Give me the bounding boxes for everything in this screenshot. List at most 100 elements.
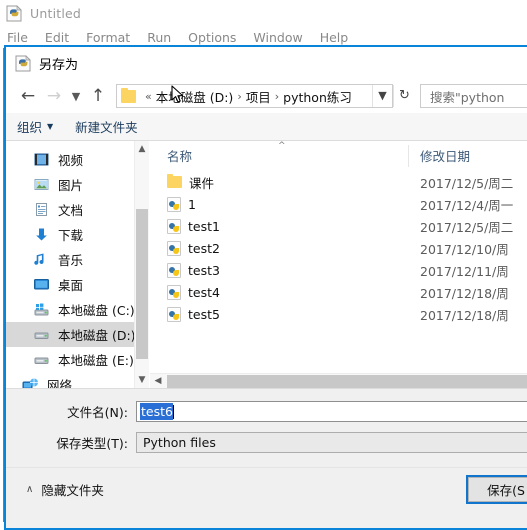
dialog-body: 视频 图片 文档 下载 音乐 桌面 本地磁盘 (C:) 本地磁盘 (D:) 本地… xyxy=(6,141,527,389)
downloads-icon xyxy=(33,227,50,242)
file-date-cell: 2017/12/5/周二 xyxy=(420,175,514,191)
file-name-cell[interactable]: test4 xyxy=(150,284,409,300)
idle-titlebar: Untitled xyxy=(0,0,527,26)
chevron-down-icon[interactable]: ▼ xyxy=(135,372,149,388)
table-row[interactable]: test3 2017/12/11/周 xyxy=(150,259,527,281)
new-folder-button[interactable]: 新建文件夹 xyxy=(75,117,138,136)
file-name-text: test5 xyxy=(188,306,220,322)
chevron-up-icon: ∧ xyxy=(26,484,34,495)
search-placeholder-text: 搜索"python xyxy=(430,89,505,105)
chevron-up-icon[interactable]: ▲ xyxy=(135,141,149,157)
sidebar-scroll-thumb[interactable] xyxy=(136,209,148,359)
file-name-text: test2 xyxy=(188,240,220,256)
filename-input[interactable]: test6 xyxy=(136,401,527,422)
video-icon xyxy=(33,152,50,167)
sort-ascending-icon[interactable]: ^ xyxy=(278,141,286,151)
chevron-down-icon[interactable]: ▼ xyxy=(67,83,85,109)
sidebar-item-label: 本地磁盘 (E:) xyxy=(58,353,134,368)
file-date-cell: 2017/12/5/周二 xyxy=(420,219,514,235)
sidebar-item-pictures[interactable]: 图片 xyxy=(6,172,149,197)
menu-run[interactable]: Run xyxy=(147,30,171,45)
file-name-cell[interactable]: 课件 xyxy=(150,173,409,192)
save-as-dialog: 另存为 ← → ▼ ↑ « 本地磁盘 (D:) › 项目 › python练习 … xyxy=(4,45,527,530)
music-icon xyxy=(33,252,50,267)
menu-format[interactable]: Format xyxy=(86,30,130,45)
navigation-sidebar[interactable]: 视频 图片 文档 下载 音乐 桌面 本地磁盘 (C:) 本地磁盘 (D:) 本地… xyxy=(6,141,149,388)
table-row[interactable]: test5 2017/12/18/周 xyxy=(150,303,527,325)
table-row[interactable]: 1 2017/12/4/周一 xyxy=(150,193,527,215)
filetype-label: 保存类型(T): xyxy=(56,436,128,451)
breadcrumb-separator: › xyxy=(237,89,242,103)
file-date-cell: 2017/12/18/周 xyxy=(420,307,509,323)
sidebar-scrollbar[interactable]: ▲ ▼ xyxy=(134,141,149,388)
sidebar-item-downloads[interactable]: 下载 xyxy=(6,222,149,247)
breadcrumb-segment-current[interactable]: python练习 xyxy=(283,87,352,106)
file-name-cell[interactable]: test2 xyxy=(150,240,409,256)
python-file-icon xyxy=(167,196,181,212)
file-name-cell[interactable]: test5 xyxy=(150,306,409,322)
organize-label: 组织 xyxy=(17,120,43,135)
documents-icon xyxy=(33,202,50,217)
file-name-cell[interactable]: test3 xyxy=(150,262,409,278)
sidebar-item-label: 本地磁盘 (C:) xyxy=(58,303,135,318)
sidebar-item-drive-c[interactable]: 本地磁盘 (C:) xyxy=(6,297,149,322)
filetype-row: 保存类型(T): Python files xyxy=(6,430,527,455)
sidebar-item-desktop[interactable]: 桌面 xyxy=(6,272,149,297)
dialog-toolbar: 组织 ▼ 新建文件夹 xyxy=(6,113,527,141)
python-file-icon xyxy=(167,284,181,300)
arrow-right-icon[interactable]: → xyxy=(41,83,67,109)
file-list[interactable]: ^ 名称 修改日期 课件 2017/12/5/周二 1 2017/12/4/周一 xyxy=(149,141,527,388)
python-idle-icon xyxy=(6,4,23,22)
breadcrumb-segment-project[interactable]: 项目 xyxy=(246,87,271,106)
horizontal-scroll-thumb[interactable] xyxy=(167,374,527,388)
arrow-left-icon[interactable]: ← xyxy=(15,83,41,109)
table-row[interactable]: test1 2017/12/5/周二 xyxy=(150,215,527,237)
sidebar-item-drive-d[interactable]: 本地磁盘 (D:) xyxy=(6,322,149,347)
save-button[interactable]: 保存(S xyxy=(466,475,527,504)
chevron-down-icon[interactable]: ▼ xyxy=(372,85,392,107)
search-input[interactable]: 搜索"python xyxy=(420,84,527,108)
sidebar-item-documents[interactable]: 文档 xyxy=(6,197,149,222)
table-row[interactable]: test2 2017/12/10/周 xyxy=(150,237,527,259)
sidebar-item-music[interactable]: 音乐 xyxy=(6,247,149,272)
column-header-date[interactable]: 修改日期 xyxy=(409,145,527,167)
menu-edit[interactable]: Edit xyxy=(45,30,69,45)
sidebar-item-label: 视频 xyxy=(58,153,84,168)
chevron-down-icon: ▼ xyxy=(47,122,54,131)
sidebar-item-drive-e[interactable]: 本地磁盘 (E:) xyxy=(6,347,149,372)
drive-icon xyxy=(33,352,50,367)
menu-help[interactable]: Help xyxy=(320,30,349,45)
menu-file[interactable]: File xyxy=(7,30,28,45)
refresh-icon[interactable]: ↻ xyxy=(393,85,415,107)
arrow-up-icon[interactable]: ↑ xyxy=(85,83,111,109)
file-date-cell: 2017/12/11/周 xyxy=(420,263,509,279)
breadcrumb-segment-drive[interactable]: 本地磁盘 (D:) xyxy=(156,87,234,106)
file-list-header: ^ 名称 修改日期 xyxy=(150,141,527,171)
sidebar-item-label: 文档 xyxy=(58,203,84,218)
sidebar-item-videos[interactable]: 视频 xyxy=(6,147,149,172)
file-name-cell[interactable]: test1 xyxy=(150,218,409,234)
network-icon xyxy=(22,377,39,388)
sidebar-item-network[interactable]: 网络 xyxy=(6,372,149,388)
table-row[interactable]: test4 2017/12/18/周 xyxy=(150,281,527,303)
filetype-value: Python files xyxy=(143,435,216,450)
desktop-icon xyxy=(33,277,50,292)
file-list-horizontal-scrollbar[interactable]: ◀ xyxy=(150,373,527,388)
menu-options[interactable]: Options xyxy=(188,30,236,45)
file-name-cell[interactable]: 1 xyxy=(150,196,409,212)
breadcrumb[interactable]: « 本地磁盘 (D:) › 项目 › python练习 ▼ xyxy=(116,84,393,108)
pictures-icon xyxy=(33,177,50,192)
dialog-titlebar: 另存为 xyxy=(6,47,527,79)
breadcrumb-overflow[interactable]: « xyxy=(141,90,156,103)
windows-drive-icon xyxy=(33,302,50,317)
table-row[interactable]: 课件 2017/12/5/周二 xyxy=(150,171,527,193)
menu-window[interactable]: Window xyxy=(253,30,302,45)
filetype-select[interactable]: Python files xyxy=(136,432,527,453)
file-name-text: test4 xyxy=(188,284,220,300)
new-folder-label: 新建文件夹 xyxy=(75,120,138,135)
organize-button[interactable]: 组织 ▼ xyxy=(17,117,53,136)
hide-folders-toggle[interactable]: ∧ 隐藏文件夹 xyxy=(26,480,104,499)
chevron-left-icon[interactable]: ◀ xyxy=(150,374,166,389)
sidebar-item-label: 图片 xyxy=(58,178,84,193)
sidebar-item-label: 本地磁盘 (D:) xyxy=(58,328,136,343)
